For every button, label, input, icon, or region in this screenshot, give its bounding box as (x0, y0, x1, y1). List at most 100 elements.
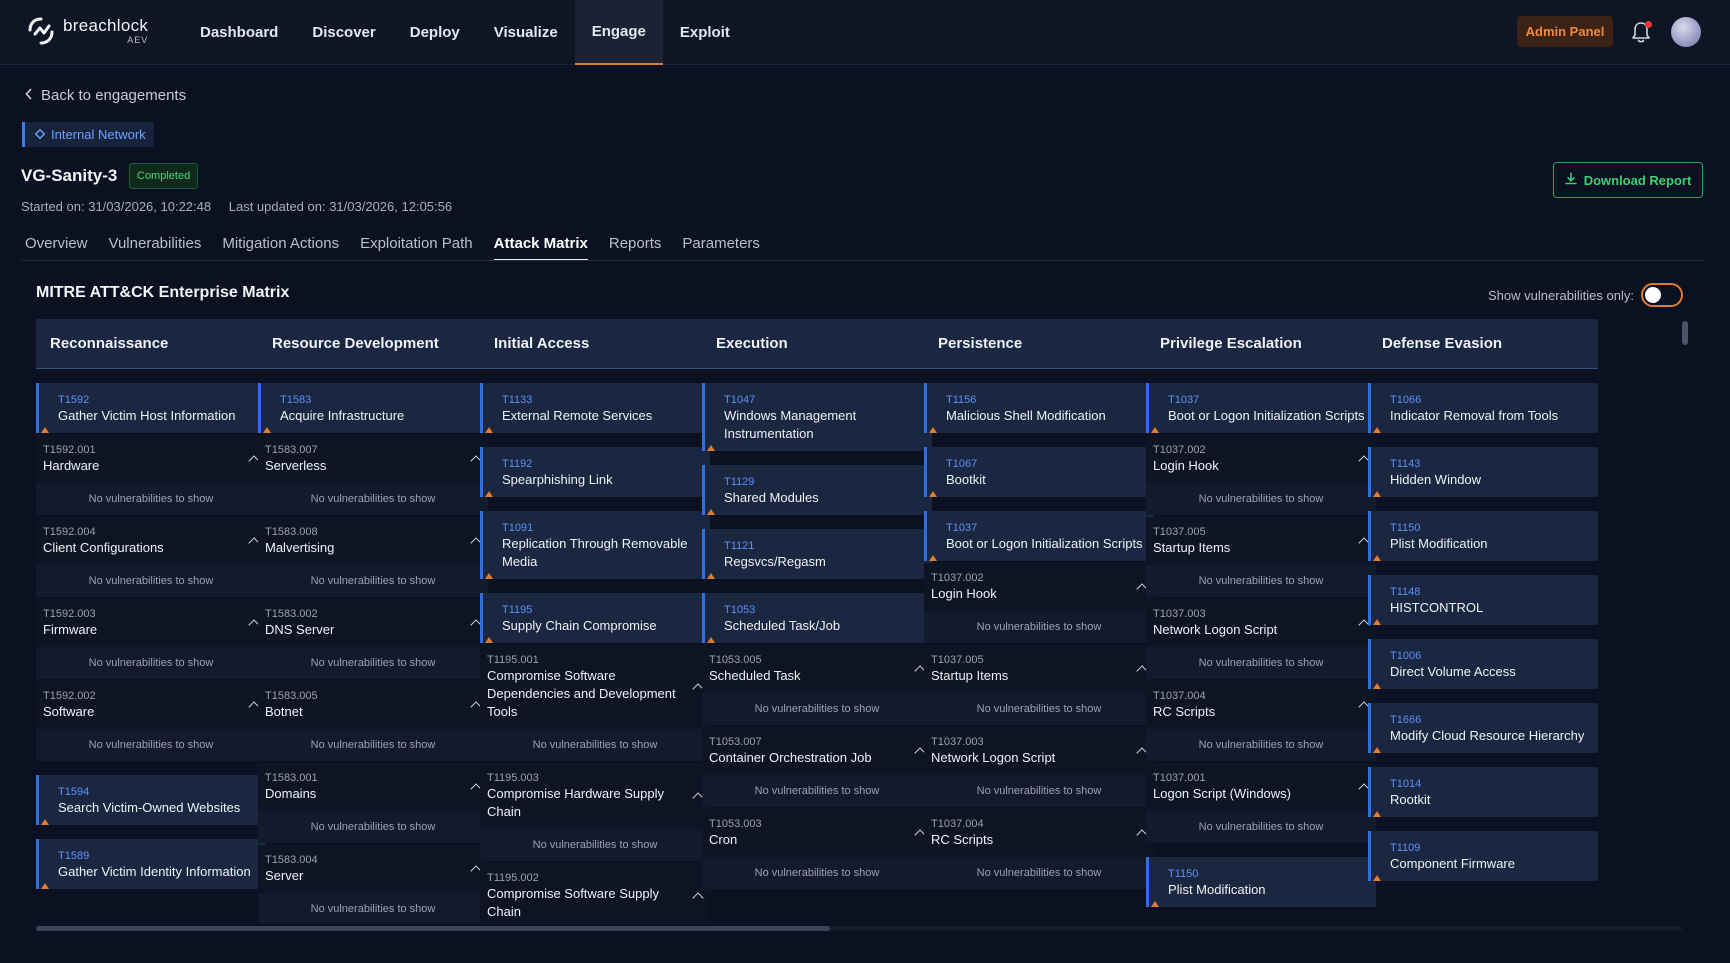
sub-technique[interactable]: T1037.001 Logon Script (Windows) No vulner… (1146, 763, 1376, 843)
technique-card[interactable]: T1192 Spearphishing Link (480, 447, 710, 497)
sub-technique[interactable]: T1583.001 Domains No vulnerabilities to sh… (258, 763, 488, 843)
sub-technique-header[interactable]: T1037.004 RC Scripts (1146, 681, 1376, 729)
tab-overview[interactable]: Overview (25, 235, 88, 261)
technique-card[interactable]: T1666 Modify Cloud Resource Hierarchy (1368, 703, 1598, 753)
sub-technique-header[interactable]: T1583.007 Serverless (258, 435, 488, 483)
user-avatar[interactable] (1671, 17, 1701, 47)
sub-technique[interactable]: T1053.005 Scheduled Task No vulnerabilitie… (702, 645, 932, 725)
sub-technique-header[interactable]: T1037.004 RC Scripts (924, 809, 1154, 857)
technique-card[interactable]: T1150 Plist Modification (1368, 511, 1598, 561)
sub-technique[interactable]: T1195.001 Compromise Software Dependencie… (480, 645, 710, 761)
technique-card[interactable]: T1583 Acquire Infrastructure (258, 383, 488, 433)
show-vulnerabilities-toggle[interactable] (1640, 283, 1683, 307)
sub-technique-header[interactable]: T1037.003 Network Logon Script (924, 727, 1154, 775)
brand-logo[interactable]: breachlock AEV (27, 16, 148, 46)
nav-deploy[interactable]: Deploy (393, 0, 477, 65)
sub-technique-header[interactable]: T1195.001 Compromise Software Dependencie… (480, 645, 710, 729)
nav-exploit[interactable]: Exploit (663, 0, 747, 65)
sub-technique[interactable]: T1592.001 Hardware No vulnerabilities to s… (36, 435, 266, 515)
sub-technique-header[interactable]: T1583.001 Domains (258, 763, 488, 811)
sub-technique-header[interactable]: T1583.008 Malvertising (258, 517, 488, 565)
technique-card[interactable]: T1091 Replication Through Removable Media (480, 511, 710, 579)
sub-technique[interactable]: T1583.005 Botnet No vulnerabilities to sho… (258, 681, 488, 761)
sub-technique[interactable]: T1583.007 Serverless No vulnerabilities to… (258, 435, 488, 515)
technique-card[interactable]: T1047 Windows Management Instrumentation (702, 383, 932, 451)
sub-technique[interactable]: T1037.005 Startup Items No vulnerabilities… (1146, 517, 1376, 597)
sub-technique-header[interactable]: T1592.003 Firmware (36, 599, 266, 647)
technique-card[interactable]: T1129 Shared Modules (702, 465, 932, 515)
sub-technique-header[interactable]: T1037.002 Login Hook (924, 563, 1154, 611)
sub-technique-header[interactable]: T1592.004 Client Configurations (36, 517, 266, 565)
sub-technique[interactable]: T1195.002 Compromise Software Supply Chai… (480, 863, 710, 923)
technique-card[interactable]: T1143 Hidden Window (1368, 447, 1598, 497)
tab-reports[interactable]: Reports (609, 235, 662, 261)
horizontal-scroll-thumb[interactable] (36, 926, 830, 931)
sub-technique[interactable]: T1592.002 Software No vulnerabilities to s… (36, 681, 266, 761)
sub-technique-header[interactable]: T1195.002 Compromise Software Supply Chai… (480, 863, 710, 923)
download-report-button[interactable]: Download Report (1553, 162, 1703, 198)
sub-technique-header[interactable]: T1592.002 Software (36, 681, 266, 729)
nav-engage[interactable]: Engage (574, 0, 663, 65)
technique-card[interactable]: T1037 Boot or Logon Initialization Script… (1146, 383, 1376, 433)
tab-exploitation-path[interactable]: Exploitation Path (360, 235, 473, 261)
technique-card[interactable]: T1133 External Remote Services (480, 383, 710, 433)
sub-technique-header[interactable]: T1053.007 Container Orchestration Job (702, 727, 932, 775)
nav-visualize[interactable]: Visualize (477, 0, 575, 65)
sub-technique[interactable]: T1053.003 Cron No vulnerabilities to show (702, 809, 932, 889)
sub-technique-header[interactable]: T1037.005 Startup Items (1146, 517, 1376, 565)
back-to-engagements-link[interactable]: Back to engagements (25, 87, 186, 104)
nav-discover[interactable]: Discover (295, 0, 392, 65)
technique-card[interactable]: T1066 Indicator Removal from Tools (1368, 383, 1598, 433)
sub-technique[interactable]: T1037.002 Login Hook No vulnerabilities to… (1146, 435, 1376, 515)
sub-technique[interactable]: T1592.003 Firmware No vulnerabilities to s… (36, 599, 266, 679)
sub-technique-header[interactable]: T1583.004 Server (258, 845, 488, 893)
sub-technique[interactable]: T1037.004 RC Scripts No vulnerabilities to… (1146, 681, 1376, 761)
sub-technique-header[interactable]: T1037.002 Login Hook (1146, 435, 1376, 483)
nav-dashboard[interactable]: Dashboard (183, 0, 295, 65)
matrix-vertical-scrollbar[interactable] (1682, 319, 1689, 923)
tab-mitigation-actions[interactable]: Mitigation Actions (222, 235, 339, 261)
technique-card[interactable]: T1594 Search Victim-Owned Websites (36, 775, 266, 825)
technique-card[interactable]: T1589 Gather Victim Identity Information (36, 839, 266, 889)
sub-technique[interactable]: T1583.008 Malvertising No vulnerabilities … (258, 517, 488, 597)
sub-technique-header[interactable]: T1037.005 Startup Items (924, 645, 1154, 693)
sub-technique-header[interactable]: T1583.005 Botnet (258, 681, 488, 729)
technique-card[interactable]: T1148 HISTCONTROL (1368, 575, 1598, 625)
sub-technique-header[interactable]: T1053.005 Scheduled Task (702, 645, 932, 693)
sub-technique-header[interactable]: T1583.002 DNS Server (258, 599, 488, 647)
tab-vulnerabilities[interactable]: Vulnerabilities (109, 235, 202, 261)
sub-technique-header[interactable]: T1592.001 Hardware (36, 435, 266, 483)
sub-technique-header[interactable]: T1195.003 Compromise Hardware Supply Chai… (480, 763, 710, 829)
sub-technique[interactable]: T1053.007 Container Orchestration Job No v… (702, 727, 932, 807)
sub-technique[interactable]: T1195.003 Compromise Hardware Supply Chai… (480, 763, 710, 861)
sub-technique[interactable]: T1592.004 Client Configurations No vulnera… (36, 517, 266, 597)
technique-card[interactable]: T1006 Direct Volume Access (1368, 639, 1598, 689)
technique-card[interactable]: T1156 Malicious Shell Modification (924, 383, 1154, 433)
sub-technique[interactable]: T1037.003 Network Logon Script No vulnerab… (1146, 599, 1376, 679)
sub-technique[interactable]: T1583.004 Server No vulnerabilities to sho… (258, 845, 488, 923)
technique-card[interactable]: T1053 Scheduled Task/Job (702, 593, 932, 643)
tab-attack-matrix[interactable]: Attack Matrix (493, 235, 588, 261)
technique-card[interactable]: T1109 Component Firmware (1368, 831, 1598, 881)
no-vulnerabilities-text: No vulnerabilities to show (310, 739, 436, 751)
sub-technique-header[interactable]: T1037.001 Logon Script (Windows) (1146, 763, 1376, 811)
technique-id: T1148 (1390, 586, 1421, 598)
technique-card[interactable]: T1067 Bootkit (924, 447, 1154, 497)
admin-panel-button[interactable]: Admin Panel (1517, 16, 1613, 47)
technique-card[interactable]: T1592 Gather Victim Host Information (36, 383, 266, 433)
sub-technique[interactable]: T1583.002 DNS Server No vulnerabilities to… (258, 599, 488, 679)
sub-technique-header[interactable]: T1037.003 Network Logon Script (1146, 599, 1376, 647)
sub-technique[interactable]: T1037.003 Network Logon Script No vulnerab… (924, 727, 1154, 807)
sub-technique-header[interactable]: T1053.003 Cron (702, 809, 932, 857)
technique-card[interactable]: T1195 Supply Chain Compromise (480, 593, 710, 643)
sub-technique[interactable]: T1037.005 Startup Items No vulnerabilities… (924, 645, 1154, 725)
technique-card[interactable]: T1150 Plist Modification (1146, 857, 1376, 907)
technique-card[interactable]: T1014 Rootkit (1368, 767, 1598, 817)
sub-technique[interactable]: T1037.002 Login Hook No vulnerabilities to… (924, 563, 1154, 643)
technique-card[interactable]: T1121 Regsvcs/Regasm (702, 529, 932, 579)
matrix-horizontal-scrollbar[interactable] (36, 926, 1682, 931)
technique-card[interactable]: T1037 Boot or Logon Initialization Script… (924, 511, 1154, 561)
tab-parameters[interactable]: Parameters (682, 235, 760, 261)
sub-technique[interactable]: T1037.004 RC Scripts No vulnerabilities to… (924, 809, 1154, 889)
vertical-scroll-thumb[interactable] (1682, 321, 1688, 345)
